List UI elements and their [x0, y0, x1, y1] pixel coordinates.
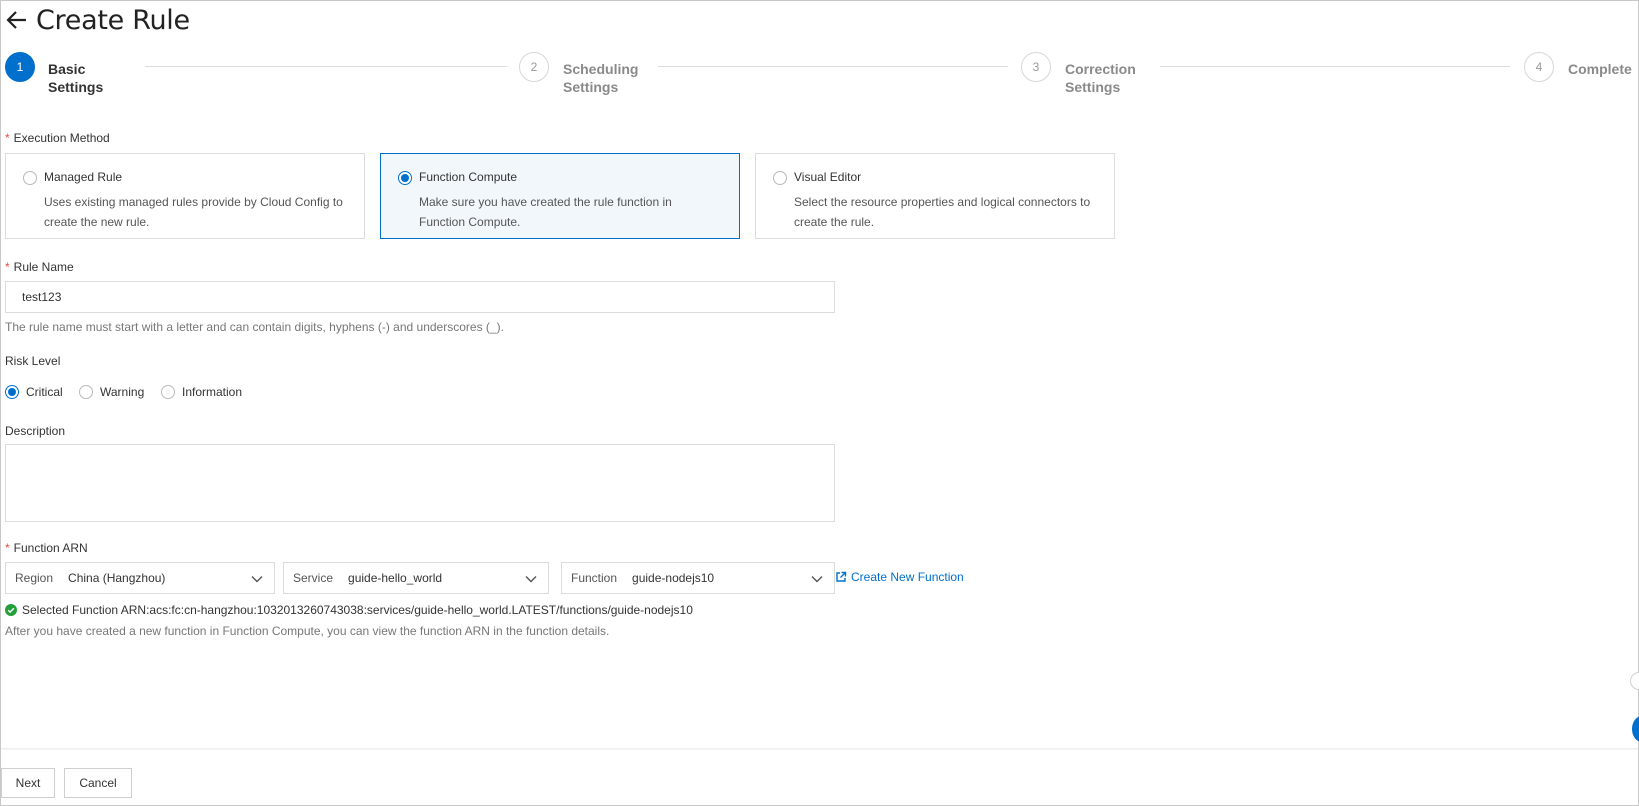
visual-editor-radio[interactable]: [773, 171, 787, 185]
region-select-value: China (Hangzhou): [68, 571, 166, 585]
information-radio[interactable]: [161, 385, 175, 399]
service-select-value: guide-hello_world: [348, 571, 443, 585]
function-arn-label: * Function ARN: [5, 541, 88, 555]
selected-arn-row: Selected Function ARN:acs:fc:cn-hangzhou…: [5, 603, 693, 617]
step-1-label: Basic Settings: [48, 61, 104, 95]
execution-method-label: * Execution Method: [5, 131, 110, 145]
create-new-function-text: Create New Function: [851, 570, 964, 584]
step-1-circle: 1: [5, 52, 35, 82]
description-textarea[interactable]: [5, 444, 835, 522]
critical-radio[interactable]: [5, 385, 19, 399]
step-2-label: Scheduling Settings: [563, 61, 639, 95]
function-arn-help: After you have created a new function in…: [5, 624, 610, 638]
region-select[interactable]: Region China (Hangzhou): [5, 562, 275, 594]
footer-divider: [1, 748, 1638, 750]
step-connector: [145, 66, 507, 67]
function-compute-radio[interactable]: [398, 171, 412, 185]
create-new-function-link[interactable]: Create New Function: [835, 570, 964, 584]
risk-option-information[interactable]: Information: [161, 384, 242, 400]
method-card-visual-editor[interactable]: Visual Editor Select the resource proper…: [755, 153, 1115, 239]
service-select-label: Service: [293, 571, 334, 585]
next-button[interactable]: Next: [1, 768, 55, 798]
region-select-label: Region: [15, 571, 54, 585]
service-select[interactable]: Service guide-hello_world: [283, 562, 549, 594]
critical-label: Critical: [26, 385, 63, 399]
visual-editor-title: Visual Editor: [794, 170, 862, 184]
managed-rule-radio[interactable]: [23, 171, 37, 185]
step-3-label: Correction Settings: [1065, 61, 1136, 95]
information-label: Information: [182, 385, 243, 399]
check-circle-icon: [5, 604, 17, 616]
method-card-managed-rule[interactable]: Managed Rule Uses existing managed rules…: [5, 153, 365, 239]
step-4-circle: 4: [1524, 52, 1554, 82]
back-arrow-icon[interactable]: [6, 8, 30, 32]
rule-name-input[interactable]: test123: [5, 281, 835, 313]
function-select-label: Function: [571, 571, 618, 585]
function-compute-description: Make sure you have created the rule func…: [419, 195, 672, 229]
step-4-label: Complete: [1568, 61, 1632, 77]
risk-option-critical[interactable]: Critical: [5, 384, 63, 400]
warning-label: Warning: [100, 385, 145, 399]
window-frame: [0, 0, 1639, 806]
function-select[interactable]: Function guide-nodejs10: [561, 562, 835, 594]
description-label: Description: [5, 424, 66, 438]
method-card-function-compute[interactable]: Function Compute Make sure you have crea…: [380, 153, 740, 239]
external-link-icon: [836, 571, 847, 582]
managed-rule-title: Managed Rule: [44, 170, 123, 184]
rule-name-help: The rule name must start with a letter a…: [5, 320, 504, 334]
chevron-down-icon: [251, 576, 263, 583]
managed-rule-description: Uses existing managed rules provide by C…: [44, 195, 343, 229]
step-2-circle: 2: [519, 52, 549, 82]
chevron-down-icon: [811, 576, 823, 583]
rule-name-label: * Rule Name: [5, 260, 74, 274]
page-title: Create Rule: [36, 4, 190, 36]
cancel-button[interactable]: Cancel: [64, 768, 132, 798]
risk-option-warning[interactable]: Warning: [79, 384, 144, 400]
visual-editor-description: Select the resource properties and logic…: [794, 195, 1091, 229]
selected-arn-text: Selected Function ARN:acs:fc:cn-hangzhou…: [22, 603, 693, 617]
page-header: Create Rule: [6, 2, 190, 38]
function-select-value: guide-nodejs10: [632, 571, 715, 585]
step-connector: [1160, 66, 1510, 67]
chevron-down-icon: [525, 576, 537, 583]
function-compute-title: Function Compute: [419, 170, 518, 184]
step-3-circle: 3: [1021, 52, 1051, 82]
risk-level-label: Risk Level: [5, 354, 61, 368]
step-connector: [658, 66, 1008, 67]
warning-radio[interactable]: [79, 385, 93, 399]
